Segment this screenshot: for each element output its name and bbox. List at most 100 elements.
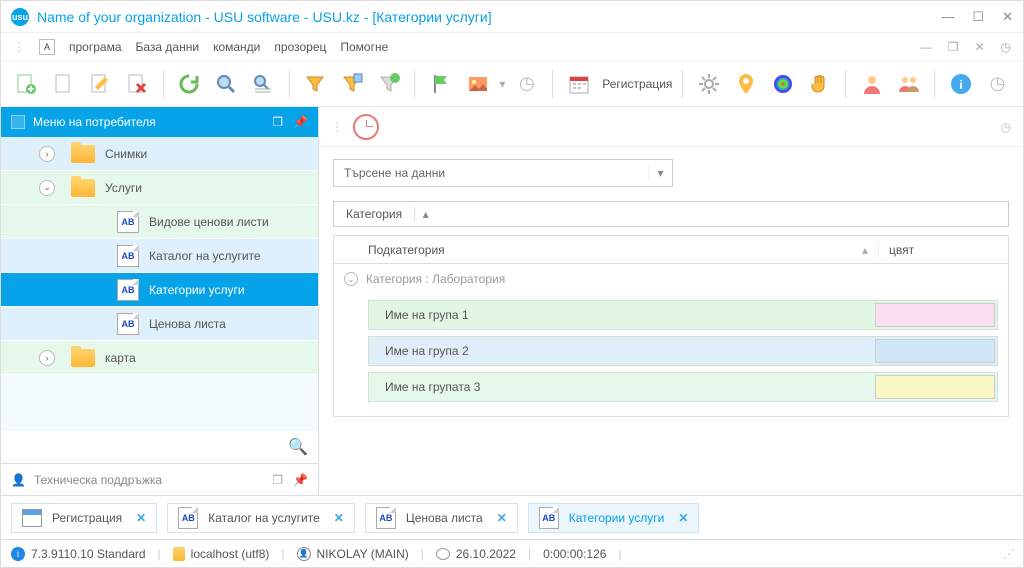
resize-grip-icon[interactable]: ⋰: [1003, 547, 1013, 561]
sidebar: Меню на потребителя ❐ 📌 › Снимки ⌄ Услуг…: [1, 107, 319, 495]
tab-pricelist[interactable]: AB Ценова листа ✕: [365, 503, 518, 533]
tab-label: Ценова листа: [406, 511, 483, 525]
tree-item-snimki[interactable]: › Снимки: [1, 137, 318, 171]
group-collapse-icon[interactable]: ⌄: [344, 272, 358, 286]
tree-item-uslugi[interactable]: ⌄ Услуги: [1, 171, 318, 205]
users-button[interactable]: [893, 68, 924, 100]
grid-group-row[interactable]: ⌄ Категория : Лаборатория: [334, 264, 1008, 294]
menu-database[interactable]: База данни: [136, 40, 200, 54]
status-date: 26.10.2022: [456, 547, 516, 561]
content-header: ⋮ ◷: [319, 107, 1023, 147]
tab-close-button[interactable]: ✕: [136, 511, 146, 525]
document-icon: AB: [376, 507, 396, 529]
document-icon: AB: [117, 313, 139, 335]
tab-close-button[interactable]: ✕: [497, 511, 507, 525]
sidebar-search-button[interactable]: 🔍: [1, 431, 318, 463]
dropdown-arrow-icon[interactable]: ▾: [648, 166, 672, 180]
registration-label[interactable]: Регистрация: [602, 77, 672, 91]
sidebar-footer-dock-button[interactable]: ❐: [272, 473, 283, 487]
filter-settings-button[interactable]: [337, 68, 368, 100]
sidebar-dock-button[interactable]: ❐: [272, 115, 283, 129]
tree-item-catalog[interactable]: AB Каталог на услугите: [1, 239, 318, 273]
grid-row[interactable]: Име на група 2: [368, 336, 998, 366]
close-button[interactable]: ✕: [1002, 9, 1013, 25]
tree-label: карта: [105, 351, 136, 365]
minimize-button[interactable]: —: [941, 9, 954, 25]
filter-clear-button[interactable]: [374, 68, 405, 100]
mdi-help-button[interactable]: ◷: [1001, 40, 1011, 54]
document-icon: AB: [117, 279, 139, 301]
tab-label: Категории услуги: [569, 511, 665, 525]
grid-row[interactable]: Име на група 1: [368, 300, 998, 330]
column-subcategory[interactable]: Подкатегория ▴: [358, 243, 878, 257]
search-list-button[interactable]: [248, 68, 279, 100]
grid-header: Подкатегория ▴ цвят: [334, 236, 1008, 264]
folder-icon: [71, 349, 95, 367]
tab-close-button[interactable]: ✕: [678, 511, 688, 525]
status-host: localhost (utf8): [191, 547, 270, 561]
refresh-button[interactable]: [174, 68, 205, 100]
image-button[interactable]: [462, 68, 493, 100]
hand-button[interactable]: [804, 68, 835, 100]
expand-icon[interactable]: ›: [39, 146, 55, 162]
sort-indicator-icon[interactable]: ▴: [862, 243, 868, 257]
tree-item-karta[interactable]: › карта: [1, 341, 318, 375]
sidebar-tree[interactable]: › Снимки ⌄ Услуги AB Видове ценови листи…: [1, 137, 318, 431]
expand-icon[interactable]: ›: [39, 350, 55, 366]
clock-icon[interactable]: [353, 114, 379, 140]
cell-name: Име на група 2: [385, 344, 469, 358]
toolbar-help-icon[interactable]: ◷: [982, 68, 1013, 100]
search-dropdown[interactable]: Търсене на данни ▾: [333, 159, 673, 187]
folder-open-icon: [71, 179, 95, 197]
sidebar-pin-button[interactable]: 📌: [293, 115, 308, 129]
menu-window[interactable]: прозорец: [274, 40, 326, 54]
category-label: Категория: [334, 207, 414, 221]
tree-label: Ценова листа: [149, 317, 226, 331]
cell-color-swatch: [875, 375, 995, 399]
search-button[interactable]: [211, 68, 242, 100]
location-button[interactable]: [730, 68, 761, 100]
calendar-button[interactable]: [563, 68, 594, 100]
menu-help[interactable]: Помогне: [340, 40, 388, 54]
mdi-restore-button[interactable]: ❐: [948, 40, 959, 54]
cell-name: Име на група 1: [385, 308, 469, 322]
database-icon: [173, 547, 185, 561]
tree-item-price-types[interactable]: AB Видове ценови листи: [1, 205, 318, 239]
category-group-box[interactable]: Категория ▴: [333, 201, 1009, 227]
edit-document-button[interactable]: [85, 68, 116, 100]
mdi-minimize-button[interactable]: —: [920, 40, 932, 54]
mdi-close-button[interactable]: ✕: [974, 40, 984, 54]
filter-button[interactable]: [300, 68, 331, 100]
content-help-icon[interactable]: ◷: [1001, 120, 1011, 134]
document-button[interactable]: [48, 68, 79, 100]
support-label[interactable]: Техническа поддръжка: [34, 473, 162, 487]
svg-text:i: i: [959, 78, 962, 92]
column-color[interactable]: цвят: [878, 243, 1008, 257]
dropdown-indicator-icon[interactable]: ▾: [499, 77, 505, 91]
delete-document-button[interactable]: [122, 68, 153, 100]
tree-label: Видове ценови листи: [149, 215, 269, 229]
document-icon: AB: [117, 211, 139, 233]
tree-item-pricelist[interactable]: AB Ценова листа: [1, 307, 318, 341]
tab-close-button[interactable]: ✕: [334, 511, 344, 525]
maximize-button[interactable]: ☐: [972, 9, 984, 25]
sidebar-footer-pin-button[interactable]: 📌: [293, 473, 308, 487]
menu-program[interactable]: програма: [69, 40, 122, 54]
content-area: ⋮ ◷ Търсене на данни ▾ Категория ▴ Подка…: [319, 107, 1023, 495]
tree-item-categories[interactable]: AB Категории услуги: [1, 273, 318, 307]
tab-categories[interactable]: AB Категории услуги ✕: [528, 503, 700, 533]
settings-button[interactable]: [693, 68, 724, 100]
info-button[interactable]: i: [945, 68, 976, 100]
collapse-arrow-icon[interactable]: ▴: [414, 207, 436, 221]
grid-row[interactable]: Име на групата 3: [368, 372, 998, 402]
new-document-button[interactable]: [11, 68, 42, 100]
collapse-icon[interactable]: ⌄: [39, 180, 55, 196]
flag-button[interactable]: [425, 68, 456, 100]
tab-catalog[interactable]: AB Каталог на услугите ✕: [167, 503, 355, 533]
tab-registration[interactable]: Регистрация ✕: [11, 503, 157, 533]
text-tool-icon[interactable]: A: [39, 39, 55, 55]
color-button[interactable]: [767, 68, 798, 100]
menu-commands[interactable]: команди: [213, 40, 260, 54]
column-label: Подкатегория: [368, 243, 445, 257]
user-button[interactable]: [856, 68, 887, 100]
